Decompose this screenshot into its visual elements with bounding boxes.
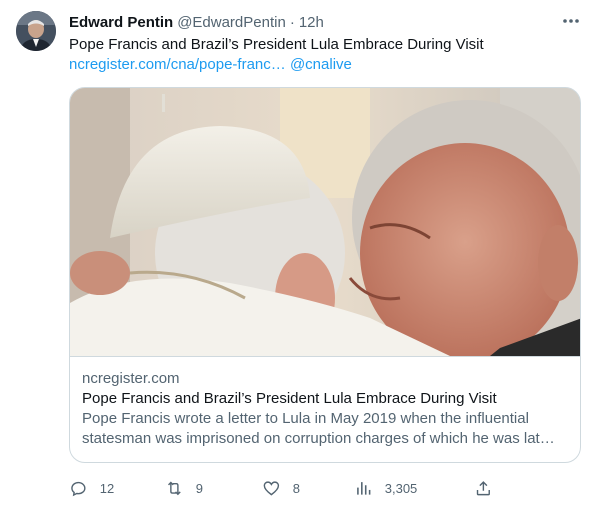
views-count: 3,305 <box>384 480 418 496</box>
reply-icon <box>71 481 86 496</box>
more-button[interactable] <box>560 10 582 32</box>
card-body: ncregister.com Pope Francis and Brazil’s… <box>70 356 580 461</box>
action-bar: 12 9 8 3,305 <box>69 476 499 500</box>
views-button[interactable]: 3,305 <box>354 476 417 500</box>
tweet[interactable]: Edward Pentin @EdwardPentin · 12h Pope F… <box>0 0 598 509</box>
retweet-icon <box>168 481 181 495</box>
reply-button[interactable]: 12 <box>69 476 114 500</box>
card-domain: ncregister.com <box>82 370 180 387</box>
tweet-text: Pope Francis and Brazil’s President Lula… <box>69 36 484 53</box>
card-title: Pope Francis and Brazil’s President Lula… <box>82 390 497 407</box>
card-description: Pope Francis wrote a letter to Lula in M… <box>82 410 555 447</box>
views-icon <box>357 481 371 495</box>
card-image <box>70 88 580 356</box>
mention-link[interactable]: @cnalive <box>290 56 352 73</box>
share-icon <box>476 480 490 495</box>
more-icon <box>563 19 579 23</box>
author-name[interactable]: Edward Pentin <box>69 14 173 31</box>
tweet-header: Edward Pentin @EdwardPentin · 12h <box>69 12 582 32</box>
separator-dot: · <box>289 13 295 31</box>
like-button[interactable]: 8 <box>262 476 300 500</box>
article-link[interactable]: ncregister.com/cna/pope-franc… <box>69 56 286 73</box>
retweet-button[interactable]: 9 <box>165 476 203 500</box>
reply-count: 12 <box>99 480 115 496</box>
author-handle[interactable]: @EdwardPentin <box>177 14 286 31</box>
like-count: 8 <box>292 480 300 496</box>
retweet-count: 9 <box>195 480 203 496</box>
tweet-time[interactable]: 12h <box>299 14 324 31</box>
link-card[interactable]: ncregister.com Pope Francis and Brazil’s… <box>69 87 581 463</box>
tweet-links: ncregister.com/cna/pope-franc… @cnalive <box>69 55 352 75</box>
avatar[interactable] <box>16 11 56 51</box>
share-button[interactable] <box>474 476 493 500</box>
heart-icon <box>263 481 280 496</box>
